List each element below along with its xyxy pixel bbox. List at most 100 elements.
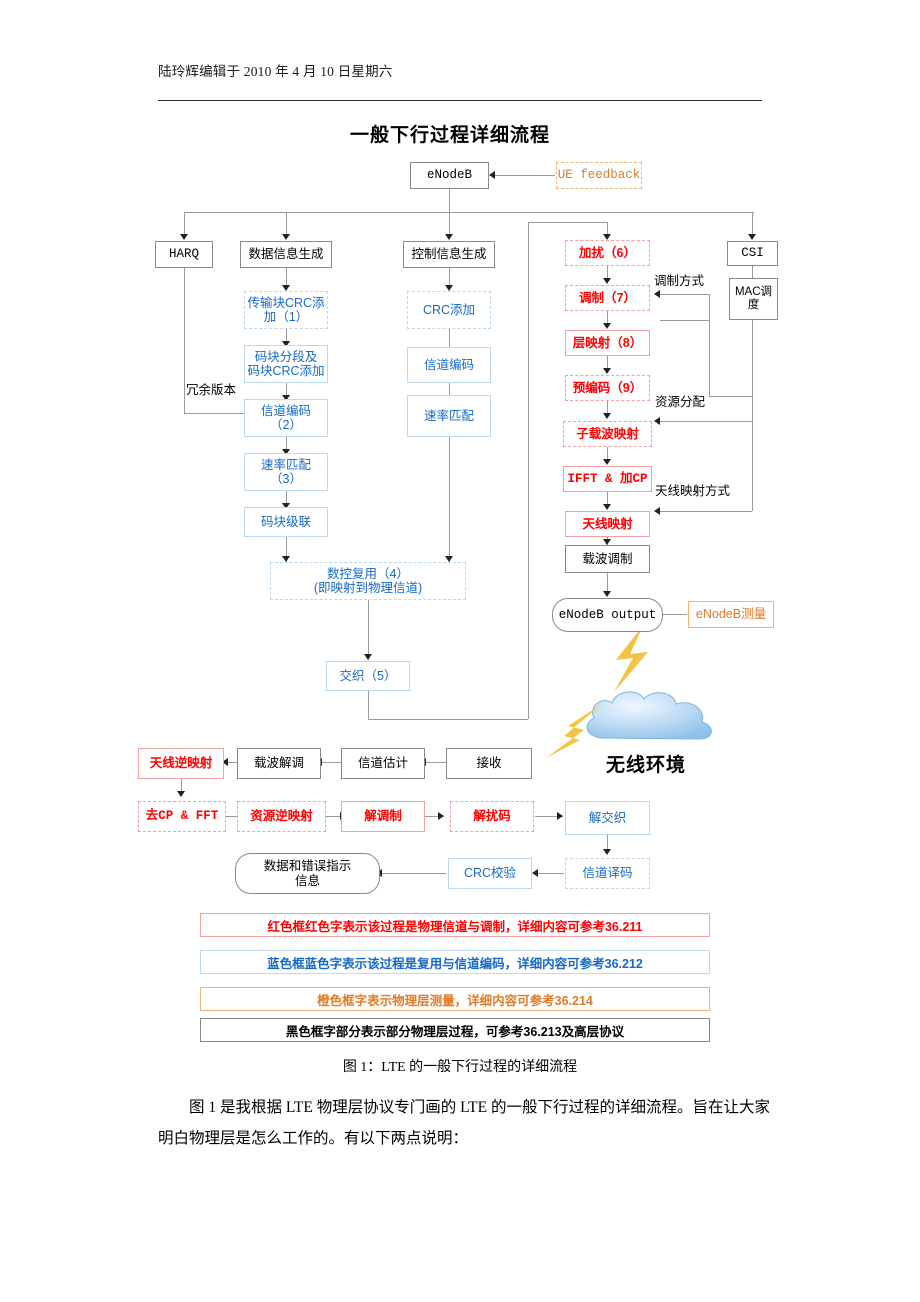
connector <box>286 383 287 395</box>
node-data-generation[interactable]: 数据信息生成 <box>240 241 332 268</box>
node-mac-scheduling[interactable]: MAC调 度 <box>729 278 778 320</box>
mac-line2: 度 <box>747 299 760 311</box>
connector <box>607 401 608 413</box>
node-layer-mapping[interactable]: 层映射（8） <box>565 330 650 356</box>
connector <box>607 835 608 849</box>
node-resource-demapping[interactable]: 资源逆映射 <box>237 801 326 832</box>
node-harq[interactable]: HARQ <box>155 241 213 268</box>
connector <box>368 719 528 720</box>
arrow-down <box>603 459 611 465</box>
node-channel-estimation[interactable]: 信道估计 <box>341 748 425 779</box>
node-csi[interactable]: CSI <box>727 241 778 266</box>
node-carrier-demodulation[interactable]: 载波解调 <box>237 748 321 779</box>
connector <box>752 320 753 421</box>
node-ifft-add-cp[interactable]: IFFT & 加CP <box>563 466 652 492</box>
edge-label-resource-allocation: 资源分配 <box>655 395 706 409</box>
node-deinterleaving[interactable]: 解交织 <box>565 801 650 835</box>
arrow-down <box>364 654 372 660</box>
arrow-down <box>603 849 611 855</box>
connector <box>607 492 608 504</box>
connector <box>607 573 608 593</box>
node-ue-feedback[interactable]: UE feedback <box>556 162 642 189</box>
node-subcarrier-mapping[interactable]: 子载波映射 <box>563 421 652 447</box>
mux-line1: 数控复用（4） <box>327 566 409 581</box>
rate-match-line1: 速率匹配 <box>260 457 311 472</box>
arrow-down <box>445 234 453 240</box>
node-descrambling[interactable]: 解扰码 <box>450 801 534 832</box>
legend-black: 黑色框字部分表示部分物理层过程，可参考36.213及高层协议 <box>200 1018 710 1042</box>
header-rule <box>158 100 762 101</box>
node-channel-coding-data[interactable]: 信道编码 （2） <box>244 399 328 437</box>
connector <box>752 212 753 234</box>
connector <box>449 437 450 562</box>
node-scrambling[interactable]: 加扰（6） <box>565 240 650 266</box>
connector <box>607 356 608 368</box>
node-remove-cp-fft[interactable]: 去CP & FFT <box>138 801 226 832</box>
connector <box>538 873 564 874</box>
data-err-line1: 数据和错误指示 <box>263 859 352 874</box>
connector <box>449 383 450 395</box>
tb-crc-line1: 传输块CRC添 <box>247 295 325 310</box>
node-carrier-modulation[interactable]: 载波调制 <box>565 545 650 573</box>
node-channel-decoding[interactable]: 信道译码 <box>565 858 650 889</box>
node-receive[interactable]: 接收 <box>446 748 532 779</box>
arrow-down <box>180 234 188 240</box>
connector <box>449 268 450 285</box>
arrow-down <box>603 368 611 374</box>
connector <box>752 421 753 511</box>
connector <box>528 222 608 223</box>
node-enodeb-output[interactable]: eNodeB output <box>552 598 663 632</box>
edge-label-antenna-mapping-scheme: 天线映射方式 <box>655 484 731 498</box>
data-err-line2: 信息 <box>294 873 320 888</box>
node-rate-matching-ctrl[interactable]: 速率匹配 <box>407 395 491 437</box>
ch-code-line1: 信道编码 <box>260 403 311 418</box>
edge-label-redundancy-version: 冗余版本 <box>186 383 237 397</box>
lightning-bolt-down-icon <box>614 624 648 692</box>
node-cb-segmentation[interactable]: 码块分段及 码块CRC添加 <box>244 345 328 383</box>
node-antenna-mapping[interactable]: 天线映射 <box>565 511 650 537</box>
arrow-down <box>177 791 185 797</box>
arrow-left <box>489 171 495 179</box>
arrow-down <box>603 591 611 597</box>
arrow-down <box>603 504 611 510</box>
node-data-and-error-indication[interactable]: 数据和错误指示 信息 <box>235 853 380 894</box>
node-crc-check[interactable]: CRC校验 <box>448 858 532 889</box>
figure-title-text: 一般下行过程详细流程 <box>349 125 550 146</box>
arrow-left <box>654 507 660 515</box>
node-crc-add[interactable]: CRC添加 <box>407 291 491 329</box>
cb-seg-line2: 码块CRC添加 <box>247 364 325 378</box>
node-demodulation[interactable]: 解调制 <box>341 801 425 832</box>
connector <box>322 762 342 763</box>
connector <box>660 511 752 512</box>
node-rate-matching-data[interactable]: 速率匹配 （3） <box>244 453 328 491</box>
node-codeblock-concat[interactable]: 码块级联 <box>244 507 328 537</box>
node-antenna-demapping[interactable]: 天线逆映射 <box>138 748 224 779</box>
node-enodeb[interactable]: eNodeB <box>410 162 489 189</box>
body-paragraph: 图 1 是我根据 LTE 物理层协议专门画的 LTE 的一般下行过程的详细流程。… <box>158 1099 770 1147</box>
connector <box>607 447 608 459</box>
connector <box>286 329 287 341</box>
arrow-left <box>654 417 660 425</box>
node-channel-coding-ctrl[interactable]: 信道编码 <box>407 347 491 383</box>
lightning-bolt-up-icon <box>546 704 602 758</box>
rate-match-line2: （3） <box>270 472 302 486</box>
connector <box>607 266 608 278</box>
connector <box>181 779 182 791</box>
node-control-generation[interactable]: 控制信息生成 <box>403 241 495 268</box>
node-enodeb-measurement[interactable]: eNodeB测量 <box>688 601 774 628</box>
node-modulation[interactable]: 调制（7） <box>565 285 650 311</box>
connector <box>368 600 369 660</box>
node-tb-crc-add[interactable]: 传输块CRC添 加（1） <box>244 291 328 329</box>
arrow-down <box>603 278 611 284</box>
node-precoding[interactable]: 预编码（9） <box>565 375 650 401</box>
connector <box>607 311 608 323</box>
connector <box>752 266 753 278</box>
node-interleaving[interactable]: 交织（5） <box>326 661 410 691</box>
connector <box>607 222 608 234</box>
mac-line1: MAC调 <box>734 285 773 298</box>
ch-code-line2: （2） <box>270 418 302 432</box>
connector <box>528 222 529 719</box>
connector <box>286 268 287 285</box>
node-mux-to-physical-channel[interactable]: 数控复用（4） (即映射到物理信道) <box>270 562 466 600</box>
connector-bus <box>184 212 754 213</box>
